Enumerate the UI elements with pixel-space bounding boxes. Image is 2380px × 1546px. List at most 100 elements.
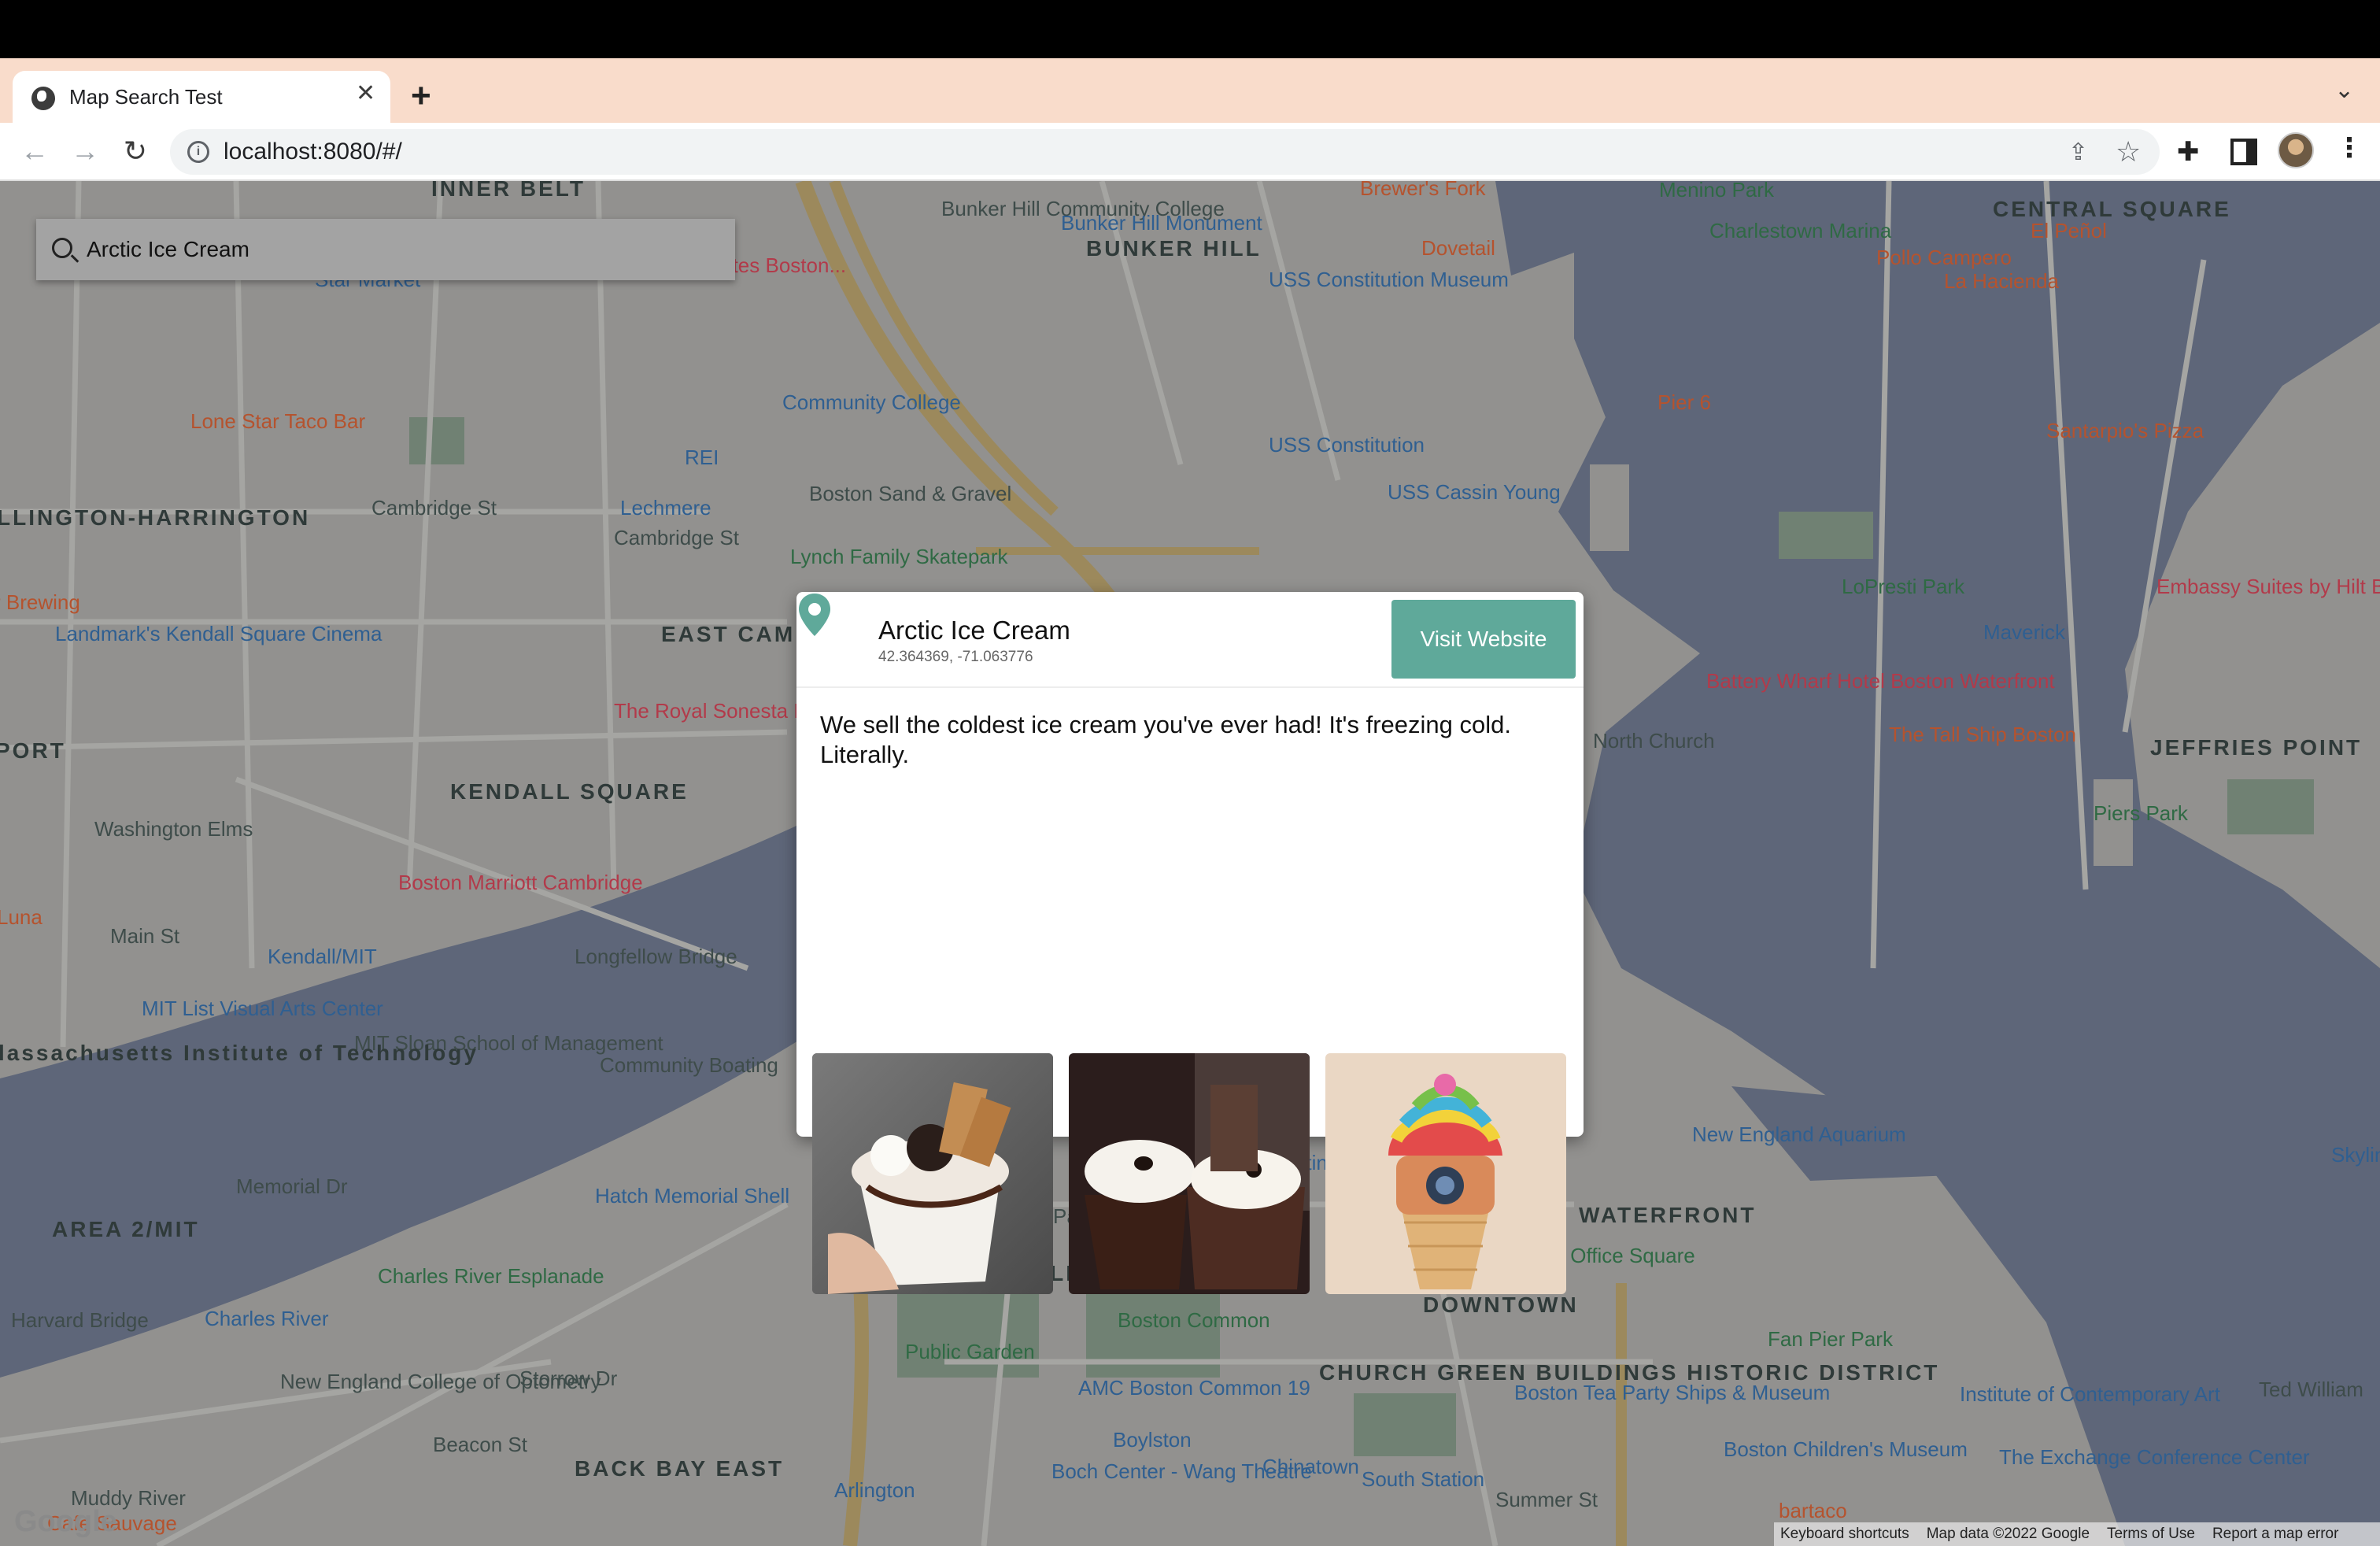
map-label[interactable]: BUNKER HILL (1086, 236, 1262, 261)
map-label[interactable]: Pollo Campero (1876, 246, 2012, 270)
map-label[interactable]: Hatch Memorial Shell (595, 1184, 789, 1208)
map-label[interactable]: Storrow Dr (519, 1367, 617, 1391)
keyboard-shortcuts-link[interactable]: Keyboard shortcuts (1780, 1526, 1909, 1543)
close-tab-icon[interactable]: ✕ (356, 82, 375, 105)
map-label[interactable]: WATERFRONT (1579, 1203, 1756, 1228)
map-label[interactable]: Dovetail (1421, 236, 1495, 261)
map-label[interactable]: USS Cassin Young (1388, 480, 1561, 505)
map-label[interactable]: USS Constitution (1269, 433, 1425, 457)
map-label[interactable]: Battery Wharf Hotel Boston Waterfront (1706, 669, 2055, 693)
profile-avatar[interactable] (2278, 132, 2314, 168)
map-label[interactable]: Kendall/MIT (268, 945, 377, 969)
map-label[interactable]: El Peñol (2031, 219, 2107, 243)
map-label[interactable]: Piers Park (2094, 801, 2188, 826)
bookmark-star-icon[interactable]: ☆ (2116, 135, 2141, 168)
map-label[interactable]: Arlington (834, 1478, 915, 1503)
address-bar[interactable]: i localhost:8080/#/ ⇪ ☆ (170, 129, 2160, 175)
map-label[interactable]: BACK BAY EAST (575, 1456, 784, 1481)
map-label[interactable]: Harvard Bridge (11, 1308, 149, 1333)
map-label[interactable]: AREA 2/MIT (52, 1217, 200, 1242)
map-label[interactable]: The Tall Ship Boston (1889, 723, 2076, 747)
map-label[interactable]: Brewer's Fork (1360, 181, 1486, 201)
map-label[interactable]: REI (685, 446, 719, 470)
map-label[interactable]: Santarpio's Pizza (2046, 419, 2204, 443)
browser-tab[interactable]: Map Search Test ✕ (13, 71, 390, 123)
map-label[interactable]: Community Boating (600, 1053, 778, 1078)
terms-link[interactable]: Terms of Use (2107, 1526, 2195, 1543)
map-label[interactable]: USS Constitution Museum (1269, 268, 1509, 292)
map-label[interactable]: Charles River (205, 1307, 329, 1331)
map-label[interactable]: Skyline (2331, 1143, 2380, 1167)
site-info-icon[interactable]: i (187, 141, 209, 163)
forward-button[interactable]: → (66, 132, 104, 170)
map-label[interactable]: South Station (1362, 1467, 1484, 1492)
search-box[interactable] (36, 219, 735, 280)
map-label[interactable]: Boston Marriott Cambridge (398, 871, 643, 895)
map-label[interactable]: LLINGTON-HARRINGTON (0, 505, 310, 531)
map-label[interactable]: La Hacienda (1944, 269, 2059, 294)
map-label[interactable]: Cambridge St (614, 526, 739, 550)
map-label[interactable]: Beacon St (433, 1433, 527, 1457)
map-label[interactable]: Luna (0, 905, 42, 930)
map-label[interactable]: New England Aquarium (1692, 1123, 1906, 1147)
side-panel-icon[interactable] (2230, 139, 2257, 165)
map-label[interactable]: Institute of Contemporary Art (1960, 1382, 2220, 1407)
map-label[interactable]: Ted William (2259, 1378, 2363, 1402)
map-label[interactable]: Fan Pier Park (1768, 1327, 1893, 1352)
ice-cream-photo-3[interactable] (1325, 1053, 1566, 1294)
ice-cream-photo-1[interactable] (812, 1053, 1053, 1294)
map-label[interactable]: JEFFRIES POINT (2150, 735, 2362, 760)
map-label[interactable]: Lechmere (620, 496, 711, 520)
map-label[interactable]: Landmark's Kendall Square Cinema (55, 622, 382, 646)
search-input[interactable] (87, 233, 716, 266)
extensions-icon[interactable]: ✚ (2177, 134, 2200, 170)
new-tab-button[interactable]: + (411, 79, 431, 113)
tab-list-chevron-icon[interactable]: ⌄ (2334, 79, 2354, 102)
map-label[interactable]: KENDALL SQUARE (450, 779, 689, 804)
visit-website-button[interactable]: Visit Website (1391, 600, 1576, 679)
map-label[interactable]: Maverick (1983, 620, 2065, 645)
map-label[interactable]: bartaco (1779, 1499, 1847, 1523)
map-label[interactable]: Boylston (1113, 1428, 1192, 1452)
map-label[interactable]: The Exchange Conference Center (1999, 1445, 2310, 1470)
map-label[interactable]: LoPresti Park (1842, 575, 1964, 599)
map-label[interactable]: Lynch Family Skatepark (790, 545, 1007, 569)
map-label[interactable]: Longfellow Bridge (575, 945, 737, 969)
map-label[interactable]: Cambridge St (371, 496, 497, 520)
map-label[interactable]: Boston Common (1118, 1308, 1270, 1333)
map-label[interactable]: Embassy Suites by Hilt Boston at Logan A… (2156, 575, 2380, 599)
map-label[interactable]: Menino Park (1659, 181, 1774, 202)
map-label[interactable]: Boston Sand & Gravel (809, 482, 1011, 506)
map-label[interactable]: Boston Children's Museum (1724, 1437, 1968, 1462)
map-label[interactable]: Charlestown Marina (1709, 219, 1891, 243)
back-button[interactable]: ← (16, 132, 54, 170)
map-label[interactable]: Charles River Esplanade (378, 1264, 604, 1289)
map-label[interactable]: lassachusetts Institute of Technology (0, 1041, 479, 1066)
map-label[interactable]: Community College (782, 390, 961, 415)
map-label[interactable]: North Church (1593, 729, 1715, 753)
map-label[interactable]: Pier 6 (1658, 390, 1711, 415)
ice-cream-photo-2[interactable] (1069, 1053, 1310, 1294)
map-label[interactable]: Bunker Hill Monument (1061, 211, 1262, 235)
reload-button[interactable]: ↻ (116, 132, 154, 170)
map-label[interactable]: MIT List Visual Arts Center (142, 997, 383, 1021)
map-label[interactable]: Summer St (1495, 1488, 1598, 1512)
map-label[interactable]: PORT (0, 738, 66, 764)
map-canvas[interactable]: INNER BELT Brewer's Fork Menino Park CENTRA… (0, 181, 2380, 1546)
map-label[interactable]: r Brewing (0, 590, 80, 615)
map-label[interactable]: CENTRAL SQUARE (1993, 197, 2231, 222)
map-label[interactable]: Washington Elms (94, 817, 253, 841)
map-label[interactable]: Memorial Dr (236, 1174, 348, 1199)
map-label[interactable]: INNER BELT (431, 181, 586, 202)
map-label[interactable]: AMC Boston Common 19 (1078, 1376, 1310, 1400)
share-icon[interactable]: ⇪ (2068, 139, 2088, 166)
browser-menu-icon[interactable]: ⋮ (2336, 132, 2363, 164)
map-label[interactable]: DOWNTOWN (1423, 1293, 1579, 1318)
map-label[interactable]: Main St (110, 924, 179, 949)
map-label[interactable]: Boston Tea Party Ships & Museum (1514, 1381, 1830, 1405)
map-label[interactable]: Lone Star Taco Bar (190, 409, 365, 434)
report-error-link[interactable]: Report a map error (2212, 1526, 2339, 1543)
map-label[interactable]: Public Garden (905, 1340, 1035, 1364)
map-label[interactable]: Boch Center - Wang Theatre (1051, 1459, 1312, 1484)
url-text[interactable]: localhost:8080/#/ (224, 139, 402, 165)
